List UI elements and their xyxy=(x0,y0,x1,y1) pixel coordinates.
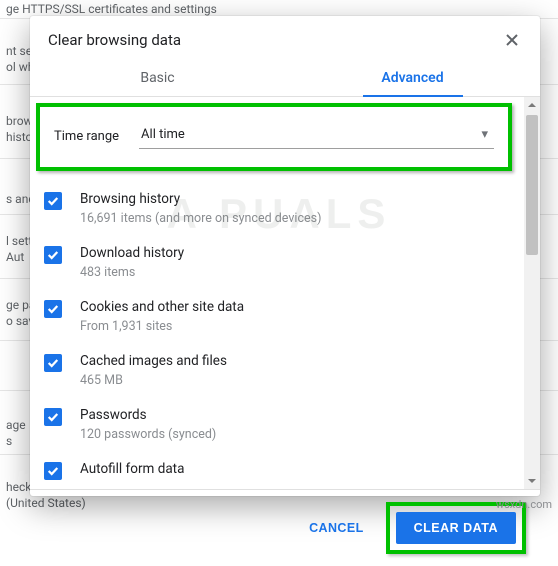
item-title: Cached images and files xyxy=(80,352,227,370)
clear-browsing-data-dialog: Clear browsing data Basic Advanced Time … xyxy=(30,16,540,496)
close-button[interactable] xyxy=(502,30,522,50)
checkbox-cached[interactable] xyxy=(44,354,62,372)
item-subtitle: 465 MB xyxy=(80,373,227,388)
item-title: Passwords xyxy=(80,406,216,424)
item-title: Cookies and other site data xyxy=(80,298,244,316)
item-subtitle: 16,691 items (and more on synced devices… xyxy=(80,211,321,226)
scrollbar-track[interactable] xyxy=(524,113,540,473)
cancel-button[interactable]: CANCEL xyxy=(297,513,375,543)
list-item: Autofill form data xyxy=(44,451,520,489)
clear-data-button[interactable]: CLEAR DATA xyxy=(396,512,516,544)
chevron-down-icon: ▾ xyxy=(481,127,488,142)
check-icon xyxy=(47,465,59,477)
dialog-body: Time range All time ▾ Browsing history 1… xyxy=(30,97,524,489)
item-title: Download history xyxy=(80,244,184,262)
list-item: Cookies and other site data From 1,931 s… xyxy=(44,289,520,343)
check-icon xyxy=(47,249,59,261)
check-icon xyxy=(47,357,59,369)
item-title: Browsing history xyxy=(80,190,321,208)
scrollbar[interactable] xyxy=(524,97,540,489)
time-range-highlight: Time range All time ▾ xyxy=(36,103,512,171)
tab-advanced[interactable]: Advanced xyxy=(285,58,540,96)
source-credit: wsxdn.com xyxy=(496,498,552,511)
checkbox-browsing-history[interactable] xyxy=(44,192,62,210)
list-item: Download history 483 items xyxy=(44,235,520,289)
list-item: Cached images and files 465 MB xyxy=(44,343,520,397)
tabs: Basic Advanced xyxy=(30,58,540,97)
checkbox-passwords[interactable] xyxy=(44,408,62,426)
time-range-label: Time range xyxy=(54,129,119,144)
list-item: Passwords 120 passwords (synced) xyxy=(44,397,520,451)
scroll-up-icon[interactable] xyxy=(524,97,540,113)
checkbox-cookies[interactable] xyxy=(44,300,62,318)
dialog-footer: CANCEL CLEAR DATA xyxy=(30,489,540,566)
scroll-down-icon[interactable] xyxy=(524,473,540,489)
checkbox-autofill[interactable] xyxy=(44,462,62,480)
check-icon xyxy=(47,303,59,315)
checkbox-download-history[interactable] xyxy=(44,246,62,264)
time-range-value: All time xyxy=(141,127,185,142)
item-subtitle: From 1,931 sites xyxy=(80,319,244,334)
close-icon xyxy=(505,33,519,47)
dialog-title: Clear browsing data xyxy=(48,31,181,49)
item-title: Autofill form data xyxy=(80,460,184,478)
tab-basic[interactable]: Basic xyxy=(30,58,285,96)
time-range-select[interactable]: All time ▾ xyxy=(139,123,494,149)
item-subtitle: 483 items xyxy=(80,265,184,280)
check-icon xyxy=(47,411,59,423)
list-item: Browsing history 16,691 items (and more … xyxy=(44,181,520,235)
check-icon xyxy=(47,195,59,207)
scrollbar-thumb[interactable] xyxy=(526,115,538,255)
item-subtitle: 120 passwords (synced) xyxy=(80,427,216,442)
